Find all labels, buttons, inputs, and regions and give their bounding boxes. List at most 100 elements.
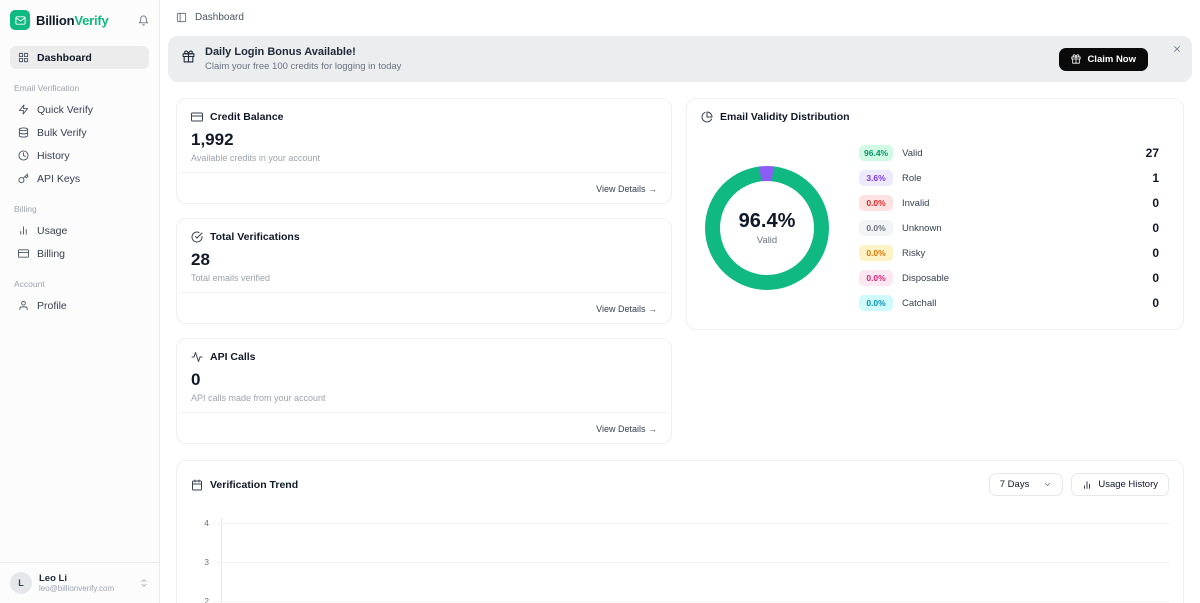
- sidebar-item-api-keys[interactable]: API Keys: [10, 167, 149, 190]
- legend-pct-badge: 3.6%: [859, 170, 893, 186]
- sidebar-item-billing[interactable]: Billing: [10, 242, 149, 265]
- donut-center: 96.4% Valid: [720, 181, 814, 275]
- validity-donut: 96.4% Valid: [705, 166, 829, 290]
- brand: BillionVerify: [10, 10, 149, 30]
- clock-icon: [18, 150, 29, 161]
- close-icon: [1172, 44, 1182, 54]
- sidebar-item-history[interactable]: History: [10, 144, 149, 167]
- card-description: Total emails verified: [177, 273, 671, 283]
- verification-trend-card: Verification Trend 7 Days Usage History: [176, 460, 1184, 603]
- sidebar-item-label: Bulk Verify: [37, 127, 87, 139]
- usage-history-button[interactable]: Usage History: [1071, 473, 1169, 496]
- credit-balance-value: 1,992: [177, 130, 671, 150]
- dashboard-content: Credit Balance 1,992 Available credits i…: [160, 82, 1200, 603]
- bar-chart-icon: [18, 225, 29, 236]
- activity-icon: [191, 351, 203, 363]
- date-range-select[interactable]: 7 Days: [989, 473, 1064, 496]
- donut-center-value: 96.4%: [739, 210, 796, 233]
- legend-row-invalid: 0.0% Invalid 0: [859, 195, 1159, 211]
- banner-text: Daily Login Bonus Available! Claim your …: [205, 46, 401, 72]
- bar-chart-icon: [1082, 480, 1092, 490]
- credit-card-icon: [191, 111, 203, 123]
- card-title: Verification Trend: [210, 479, 298, 491]
- sidebar-item-label: Quick Verify: [37, 104, 93, 116]
- chevron-down-icon: [1043, 480, 1052, 489]
- app-window: BillionVerify Dashboard Email Verificati…: [0, 0, 1200, 603]
- sidebar-item-label: History: [37, 150, 70, 162]
- sidebar-item-profile[interactable]: Profile: [10, 294, 149, 317]
- calendar-icon: [191, 479, 203, 491]
- banner-close-button[interactable]: [1172, 44, 1182, 54]
- pie-chart-icon: [701, 111, 713, 123]
- api-calls-value: 0: [177, 370, 671, 390]
- legend-row-unknown: 0.0% Unknown 0: [859, 220, 1159, 236]
- topbar: Dashboard: [160, 0, 1200, 34]
- sidebar-item-label: Profile: [37, 300, 67, 312]
- gift-icon: [182, 50, 195, 68]
- user-menu[interactable]: L Leo Li leo@billionverify.com: [0, 562, 159, 603]
- sidebar-item-label: Billing: [37, 248, 65, 260]
- brand-name: BillionVerify: [36, 13, 109, 28]
- gift-icon: [1071, 54, 1081, 64]
- claim-now-button[interactable]: Claim Now: [1059, 48, 1148, 71]
- legend-pct-badge: 0.0%: [859, 195, 893, 211]
- card-title: Credit Balance: [210, 111, 284, 123]
- sidebar-section-billing: Billing: [10, 204, 149, 214]
- avatar: L: [10, 572, 32, 594]
- y-tick: 4: [191, 518, 1169, 528]
- sidebar-item-label: Dashboard: [37, 52, 92, 64]
- banner-subtitle: Claim your free 100 credits for logging …: [205, 61, 401, 72]
- api-calls-card: API Calls 0 API calls made from your acc…: [176, 338, 672, 444]
- view-details-link[interactable]: View Details →: [596, 304, 657, 314]
- donut-center-label: Valid: [757, 235, 777, 246]
- chevrons-up-down-icon: [139, 578, 149, 588]
- sidebar-toggle-icon[interactable]: [176, 12, 187, 23]
- legend-pct-badge: 96.4%: [859, 145, 893, 161]
- sidebar-item-bulk-verify[interactable]: Bulk Verify: [10, 121, 149, 144]
- user-name: Leo Li: [39, 573, 114, 584]
- legend-pct-badge: 0.0%: [859, 245, 893, 261]
- trend-chart-area: 4 3 2 1: [191, 518, 1169, 603]
- card-title: Total Verifications: [210, 231, 300, 243]
- email-validity-distribution-card: Email Validity Distribution 96.4% Valid …: [686, 98, 1184, 330]
- legend-pct-badge: 0.0%: [859, 270, 893, 286]
- database-icon: [18, 127, 29, 138]
- legend-row-catchall: 0.0% Catchall 0: [859, 295, 1159, 311]
- notifications-button[interactable]: [138, 15, 149, 26]
- sidebar-item-usage[interactable]: Usage: [10, 219, 149, 242]
- sidebar-item-quick-verify[interactable]: Quick Verify: [10, 98, 149, 121]
- sidebar-section-email-verification: Email Verification: [10, 83, 149, 93]
- total-verifications-value: 28: [177, 250, 671, 270]
- main-area: Dashboard Daily Login Bonus Available! C…: [160, 0, 1200, 603]
- view-details-link[interactable]: View Details →: [596, 424, 657, 434]
- sidebar-item-label: Usage: [37, 225, 67, 237]
- card-title: Email Validity Distribution: [720, 111, 850, 123]
- validity-legend: 96.4% Valid 27 3.6% Role 1 0.0%: [859, 145, 1159, 311]
- legend-row-valid: 96.4% Valid 27: [859, 145, 1159, 161]
- card-title: API Calls: [210, 351, 256, 363]
- view-details-link[interactable]: View Details →: [596, 184, 657, 194]
- login-bonus-banner: Daily Login Bonus Available! Claim your …: [168, 36, 1192, 82]
- legend-row-risky: 0.0% Risky 0: [859, 245, 1159, 261]
- dashboard-icon: [18, 52, 29, 63]
- bell-icon: [138, 15, 149, 26]
- legend-pct-badge: 0.0%: [859, 295, 893, 311]
- banner-title: Daily Login Bonus Available!: [205, 46, 401, 58]
- sidebar-item-label: API Keys: [37, 173, 80, 185]
- card-description: Available credits in your account: [177, 153, 671, 163]
- zap-icon: [18, 104, 29, 115]
- legend-row-disposable: 0.0% Disposable 0: [859, 270, 1159, 286]
- card-description: API calls made from your account: [177, 393, 671, 403]
- credit-balance-card: Credit Balance 1,992 Available credits i…: [176, 98, 672, 204]
- sidebar-item-dashboard[interactable]: Dashboard: [10, 46, 149, 69]
- total-verifications-card: Total Verifications 28 Total emails veri…: [176, 218, 672, 324]
- user-icon: [18, 300, 29, 311]
- key-icon: [18, 173, 29, 184]
- stat-cards-column: Credit Balance 1,992 Available credits i…: [176, 98, 672, 444]
- sidebar: BillionVerify Dashboard Email Verificati…: [0, 0, 160, 603]
- brand-mail-icon: [10, 10, 30, 30]
- y-tick: 3: [191, 557, 1169, 567]
- legend-row-role: 3.6% Role 1: [859, 170, 1159, 186]
- credit-card-icon: [18, 248, 29, 259]
- check-circle-icon: [191, 231, 203, 243]
